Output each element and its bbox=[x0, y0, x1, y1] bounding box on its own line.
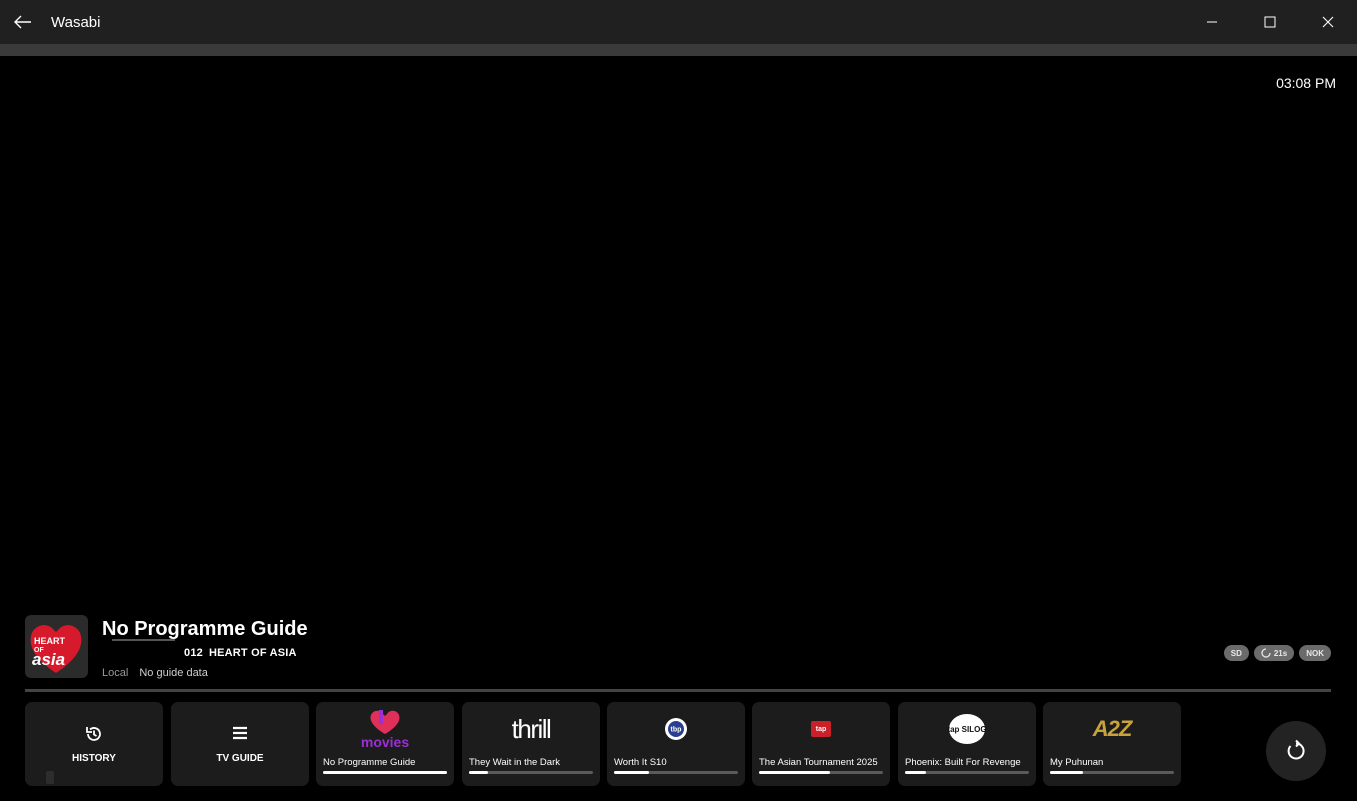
history-icon bbox=[86, 727, 101, 741]
divider bbox=[25, 689, 1331, 692]
a2z-logo: A2Z bbox=[1043, 708, 1181, 750]
channel-progress bbox=[759, 771, 883, 774]
quality-text: SD bbox=[1230, 648, 1242, 658]
close-button[interactable] bbox=[1299, 0, 1357, 44]
channel-tile[interactable]: movies No Programme Guide bbox=[316, 702, 454, 786]
channel-progress-fill bbox=[1050, 771, 1084, 774]
tap-silog-logo: tap SILOG bbox=[898, 708, 1036, 750]
app-title: Wasabi bbox=[51, 13, 101, 31]
channel-tile-title: Phoenix: Built For Revenge bbox=[905, 757, 1021, 768]
channel-progress bbox=[1050, 771, 1174, 774]
channel-tile[interactable]: tbp Worth It S10 bbox=[607, 702, 745, 786]
i-heart-movies-logo: movies bbox=[316, 708, 454, 750]
scroll-indicator bbox=[46, 771, 54, 784]
refresh-icon bbox=[1287, 739, 1305, 760]
minimize-button[interactable] bbox=[1183, 0, 1241, 44]
close-icon bbox=[1322, 16, 1334, 28]
channel-progress-fill bbox=[759, 771, 830, 774]
progress-line bbox=[112, 639, 175, 641]
logo-line-1: HEART bbox=[34, 636, 65, 646]
menu-icon bbox=[233, 726, 247, 740]
channel-progress-fill bbox=[614, 771, 649, 774]
a2z-logo-text: A2Z bbox=[1092, 716, 1133, 741]
minimize-icon bbox=[1207, 21, 1217, 23]
channel-progress bbox=[614, 771, 738, 774]
title-bar: Wasabi bbox=[0, 0, 1357, 44]
status-badges: SD 21s NOK bbox=[1223, 645, 1331, 661]
channel-info: 012 HEART OF ASIA bbox=[184, 647, 297, 659]
channel-tile-title: The Asian Tournament 2025 bbox=[759, 757, 878, 768]
loading-spinner-icon bbox=[1261, 648, 1271, 658]
channel-progress-fill bbox=[469, 771, 488, 774]
thrill-logo: thrill bbox=[462, 708, 600, 750]
connection-badge: NOK bbox=[1299, 645, 1331, 661]
channel-progress bbox=[323, 771, 447, 774]
channel-number: 012 bbox=[184, 647, 203, 659]
back-arrow-icon bbox=[14, 15, 31, 29]
channel-tile-title: Worth It S10 bbox=[614, 757, 667, 768]
tbp-logo-text: tbp bbox=[671, 727, 682, 734]
channel-progress bbox=[469, 771, 593, 774]
tap-logo-text: tap bbox=[816, 726, 827, 733]
channel-tile[interactable]: thrill They Wait in the Dark bbox=[462, 702, 600, 786]
buffer-text: 21s bbox=[1273, 648, 1288, 658]
tbp-logo: tbp bbox=[607, 708, 745, 750]
history-label: HISTORY bbox=[72, 753, 116, 764]
source-line: Local No guide data bbox=[102, 667, 208, 679]
source-label: Local bbox=[102, 667, 129, 679]
channel-tile[interactable]: A2Z My Puhunan bbox=[1043, 702, 1181, 786]
tv-guide-button[interactable]: TV GUIDE bbox=[171, 702, 309, 786]
channel-tile[interactable]: tap SILOG Phoenix: Built For Revenge bbox=[898, 702, 1036, 786]
channel-progress-fill bbox=[905, 771, 927, 774]
buffer-badge: 21s bbox=[1253, 645, 1295, 661]
tv-guide-label: TV GUIDE bbox=[216, 753, 264, 764]
now-playing-info: HEART OF asia No Programme Guide 012 HEAR… bbox=[25, 615, 1331, 685]
back-button[interactable] bbox=[0, 0, 46, 44]
video-player[interactable] bbox=[0, 56, 1357, 606]
maximize-icon bbox=[1264, 16, 1276, 28]
tap-logo: tap bbox=[752, 708, 890, 750]
guide-status: No guide data bbox=[139, 667, 208, 679]
channel-tile-title: No Programme Guide bbox=[323, 757, 416, 768]
maximize-button[interactable] bbox=[1241, 0, 1299, 44]
thrill-logo-text: thrill bbox=[511, 713, 552, 744]
channel-name: HEART OF ASIA bbox=[208, 647, 297, 659]
movies-logo-text: movies bbox=[361, 734, 409, 750]
channel-tile-title: They Wait in the Dark bbox=[469, 757, 560, 768]
channel-progress-fill bbox=[323, 771, 447, 774]
channel-progress bbox=[905, 771, 1029, 774]
top-strip bbox=[0, 44, 1357, 56]
channel-logo: HEART OF asia bbox=[25, 615, 88, 678]
programme-title: No Programme Guide bbox=[102, 618, 308, 640]
history-button[interactable]: HISTORY bbox=[25, 702, 163, 786]
tap-silog-logo-text: tap SILOG bbox=[948, 725, 986, 734]
clock: 03:08 PM bbox=[1276, 75, 1336, 91]
channel-tile-title: My Puhunan bbox=[1050, 757, 1104, 768]
connection-text: NOK bbox=[1306, 648, 1324, 658]
quality-badge: SD bbox=[1223, 645, 1249, 661]
logo-line-3: asia bbox=[32, 650, 66, 669]
channel-tile[interactable]: tap The Asian Tournament 2025 bbox=[752, 702, 890, 786]
refresh-button[interactable] bbox=[1266, 721, 1326, 781]
